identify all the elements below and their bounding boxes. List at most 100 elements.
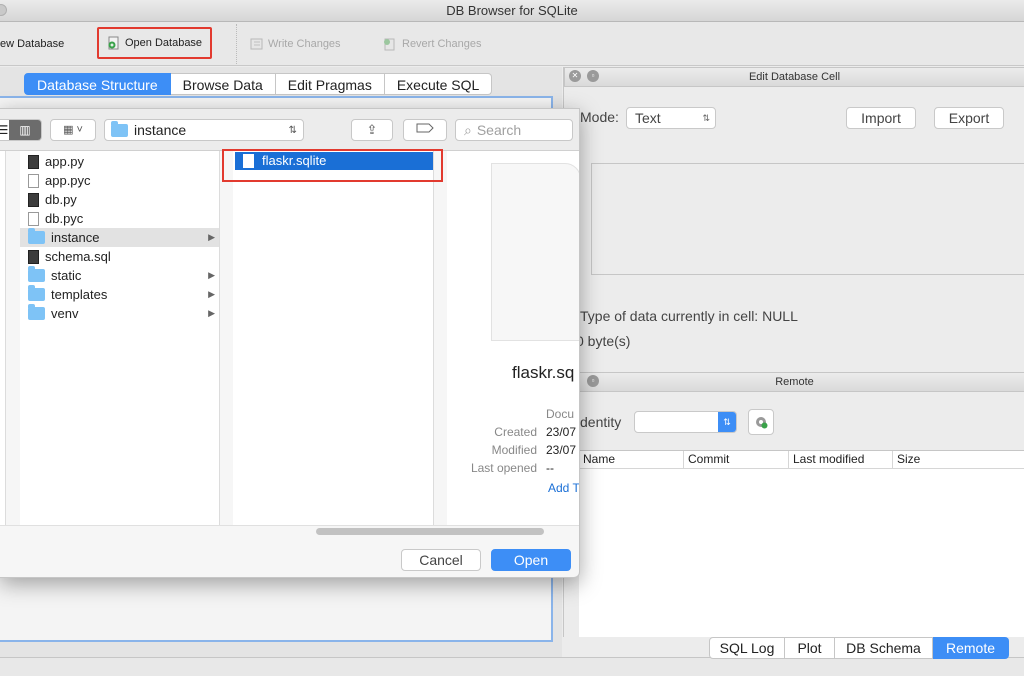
file-name: db.py: [45, 192, 77, 207]
file-list-item[interactable]: static ▶: [20, 266, 219, 285]
export-button[interactable]: Export: [934, 107, 1004, 129]
modified-value: 23/07: [546, 443, 577, 457]
remote-settings-button[interactable]: [748, 409, 774, 435]
remote-panel: Remote ▫ dentity ⇅ Name Commit Last modi…: [563, 372, 1024, 637]
new-database-button[interactable]: ew Database: [0, 32, 64, 56]
selected-file-row[interactable]: flaskr.sqlite: [235, 152, 433, 170]
file-name: app.py: [45, 154, 85, 169]
created-value: 23/07: [546, 425, 577, 439]
open-database-icon: [108, 36, 119, 50]
folder-icon: [28, 266, 45, 282]
column-size[interactable]: Size: [892, 451, 920, 468]
tab-db-schema[interactable]: DB Schema: [835, 637, 933, 659]
file-list-item[interactable]: instance ▶: [20, 228, 219, 247]
search-icon: ⌕: [464, 121, 472, 138]
file-icon: [28, 173, 39, 188]
float-panel-icon[interactable]: ▫: [587, 70, 599, 82]
preview-file-name: flaskr.sq: [512, 363, 575, 382]
list-view-icon[interactable]: ☰: [0, 120, 9, 140]
close-panel-icon[interactable]: ✕: [569, 70, 581, 82]
tab-edit-pragmas[interactable]: Edit Pragmas: [275, 73, 385, 95]
disclosure-arrow-icon: ▶: [208, 308, 215, 318]
script-file-icon: [28, 154, 39, 169]
write-changes-button[interactable]: Write Changes: [250, 32, 341, 56]
gear-icon: [756, 417, 768, 429]
scrollbar-thumb[interactable]: [316, 528, 544, 535]
tab-sql-log[interactable]: SQL Log: [709, 637, 785, 659]
horizontal-scrollbar[interactable]: [0, 525, 579, 537]
file-list-item[interactable]: venv ▶: [20, 304, 219, 323]
file-name: templates: [51, 287, 108, 302]
disclosure-arrow-icon: ▶: [208, 232, 215, 242]
document-preview-icon: [491, 163, 579, 341]
tab-database-structure[interactable]: Database Structure: [24, 73, 171, 95]
arrange-button[interactable]: ▦ ˅: [50, 119, 96, 141]
preview-kind: Docu: [546, 407, 575, 421]
column-last-modified[interactable]: Last modified: [788, 451, 864, 468]
tag-icon: [416, 123, 434, 133]
folder-icon: [28, 304, 45, 320]
file-list-item[interactable]: app.pyc: [20, 171, 219, 190]
tab-browse-data[interactable]: Browse Data: [170, 73, 276, 95]
open-database-button[interactable]: Open Database: [97, 27, 213, 59]
view-mode-control: ☰ ▥: [0, 119, 42, 141]
open-button[interactable]: Open: [491, 549, 571, 571]
stepper-chevron-icon: ⇅: [702, 113, 710, 123]
stepper-chevron-icon: ⇅: [288, 124, 297, 136]
folder-icon: [111, 120, 128, 137]
tab-plot[interactable]: Plot: [785, 637, 835, 659]
selected-file-name: flaskr.sqlite: [262, 153, 327, 168]
table-header: Name Commit Last modified Size: [579, 451, 1024, 469]
edit-cell-title: Edit Database Cell: [748, 71, 841, 83]
file-list-item[interactable]: db.py: [20, 190, 219, 209]
dialog-toolbar: ☰ ▥ ▦ ˅ instance ⇅ ⇪ ⌕ Search: [0, 109, 579, 151]
mode-select[interactable]: Text ⇅: [626, 107, 716, 129]
tags-button[interactable]: [403, 119, 447, 141]
location-popup[interactable]: instance ⇅: [104, 119, 304, 141]
preview-pane: flaskr.sq Docu Created 23/07 Modified 23…: [447, 151, 579, 525]
modified-label: Modified: [491, 443, 537, 457]
remote-header: Remote: [564, 372, 1024, 392]
column-view-icon[interactable]: ▥: [9, 120, 41, 140]
cancel-button[interactable]: Cancel: [401, 549, 481, 571]
add-tags-link[interactable]: Add T: [548, 481, 579, 495]
disclosure-arrow-icon: ▶: [208, 270, 215, 280]
tab-remote[interactable]: Remote: [933, 637, 1009, 659]
toolbar-separator: [236, 24, 237, 64]
search-placeholder: Search: [476, 122, 522, 138]
search-input[interactable]: ⌕ Search: [455, 119, 573, 141]
column-commit[interactable]: Commit: [683, 451, 729, 468]
revert-changes-button[interactable]: Revert Changes: [382, 32, 482, 56]
share-icon: ⇪: [366, 122, 378, 137]
tab-execute-sql[interactable]: Execute SQL: [384, 73, 493, 95]
sidebar-column: [0, 151, 6, 525]
cell-editor[interactable]: [591, 163, 1024, 275]
file-name: schema.sql: [45, 249, 111, 264]
file-name: venv: [51, 306, 79, 321]
file-icon: [243, 154, 254, 168]
edit-cell-panel: Edit Database Cell ✕ ▫ Mode: Text ⇅ Impo…: [563, 67, 1024, 369]
file-list-item[interactable]: templates ▶: [20, 285, 219, 304]
file-icon: [28, 211, 39, 226]
import-button[interactable]: Import: [846, 107, 916, 129]
location-value: instance: [134, 122, 187, 138]
window-title-bar: DB Browser for SQLite: [0, 0, 1024, 22]
created-label: Created: [494, 425, 537, 439]
file-list-item[interactable]: db.pyc: [20, 209, 219, 228]
file-list-item[interactable]: schema.sql: [20, 247, 219, 266]
file-name: app.pyc: [45, 173, 91, 188]
file-name: instance: [51, 230, 100, 245]
identity-select[interactable]: ⇅: [634, 411, 737, 433]
mode-label: Mode:: [580, 109, 619, 125]
open-file-dialog: ☰ ▥ ▦ ˅ instance ⇅ ⇪ ⌕ Search app.pyapp.…: [0, 108, 580, 578]
file-list-item[interactable]: app.py: [20, 152, 219, 171]
share-button[interactable]: ⇪: [351, 119, 393, 141]
file-name: db.pyc: [45, 211, 84, 226]
cell-type-info: Type of data currently in cell: NULL: [580, 308, 798, 324]
file-browser-column: app.py app.pyc db.py db.pyc instance ▶ schema.…: [20, 151, 220, 525]
new-database-label: ew Database: [0, 38, 65, 50]
cell-size-info: 0 byte(s): [576, 333, 631, 349]
folder-icon: [28, 285, 45, 301]
column-name[interactable]: Name: [583, 451, 615, 468]
float-panel-icon[interactable]: ▫: [587, 375, 599, 387]
